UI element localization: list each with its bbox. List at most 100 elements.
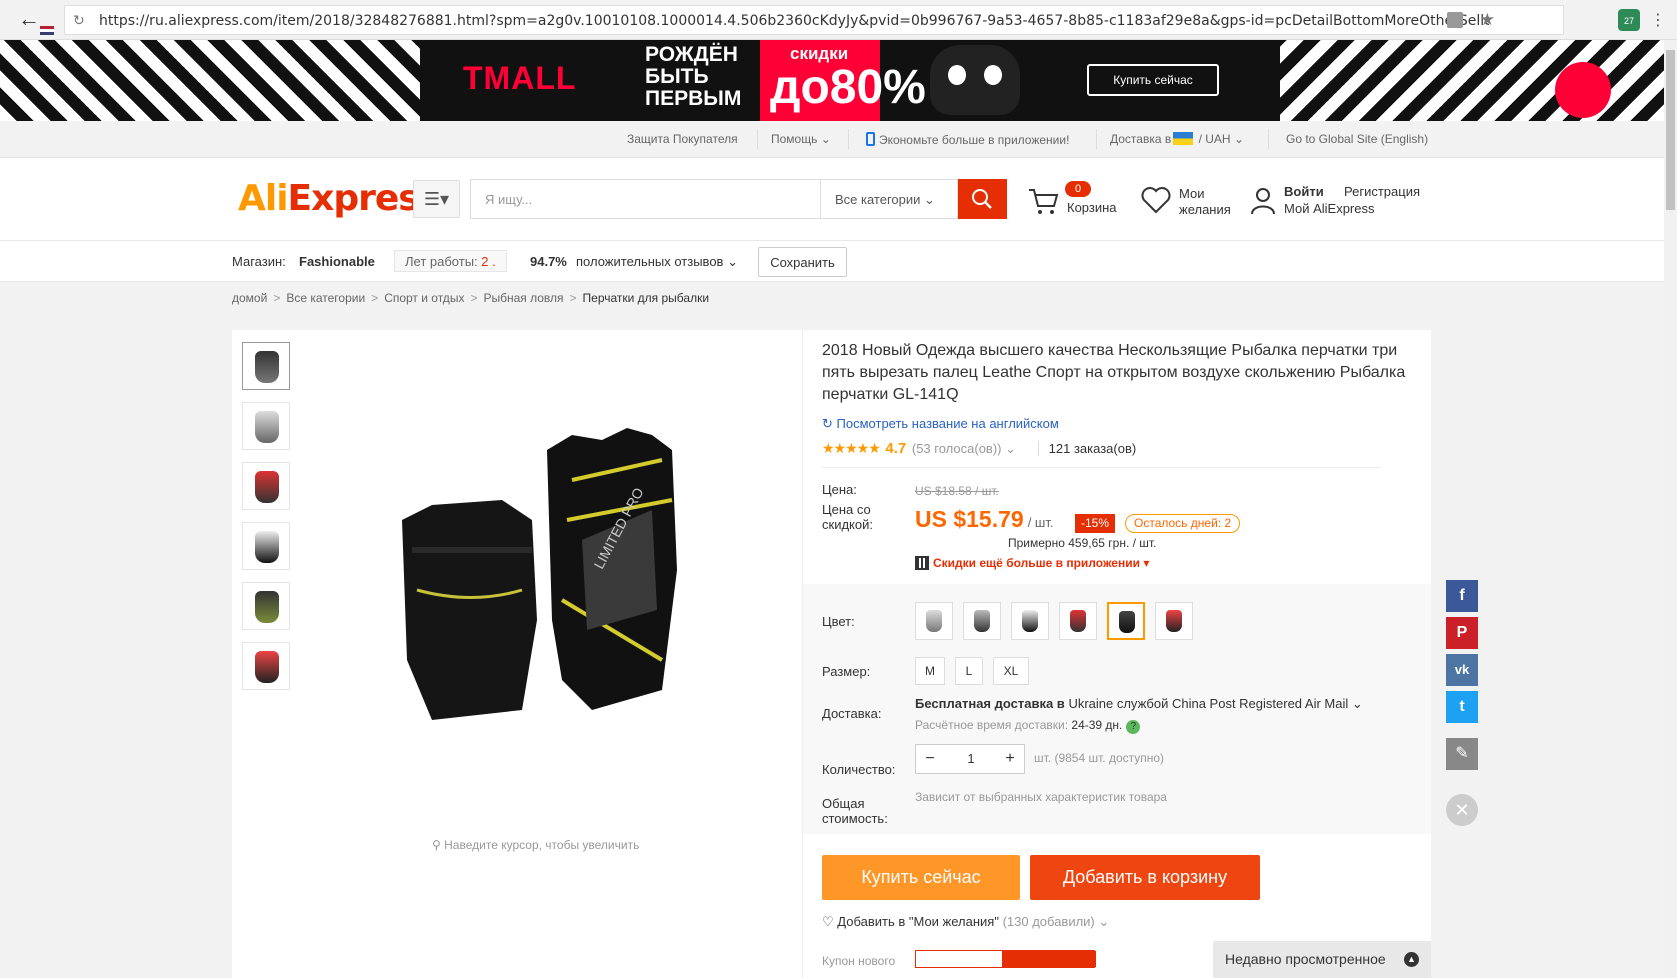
browser-menu-icon[interactable]: ⋮ (1650, 10, 1666, 30)
edit-pencil-icon[interactable]: ✎ (1446, 738, 1478, 770)
site-header: AliExpress ☰▾ Все категории ⌄ 0 Корзина … (0, 158, 1664, 241)
coupon-get-button[interactable] (1002, 951, 1096, 967)
buyer-protection-link[interactable]: Защита Покупателя (627, 132, 738, 146)
glove-thumbnail-image (255, 351, 279, 383)
aliexpress-logo[interactable]: AliExpress (238, 178, 440, 219)
recently-viewed-bar[interactable]: Недавно просмотренное ▲ (1213, 941, 1431, 978)
product-main-image[interactable]: LIMITED PRO (372, 420, 792, 740)
login-link[interactable]: Войти (1284, 184, 1324, 199)
color-swatch[interactable] (963, 602, 1001, 640)
twitter-icon[interactable]: t (1446, 691, 1478, 723)
search-input[interactable] (471, 180, 820, 218)
decrement-button[interactable]: − (916, 745, 944, 773)
bookmark-star-icon[interactable]: ★ (1480, 10, 1495, 30)
coupon-chip[interactable] (915, 950, 1096, 968)
quantity-input[interactable]: 1 (944, 745, 998, 773)
color-label: Цвет: (822, 614, 855, 629)
cart-icon (1029, 189, 1059, 214)
positive-feedback-menu[interactable]: положительных отзывов ⌄ (576, 254, 738, 270)
divider (1096, 129, 1097, 149)
color-swatch[interactable] (915, 602, 953, 640)
positive-feedback-label: положительных отзывов (576, 254, 724, 269)
heart-plus-icon: ♡ (822, 914, 834, 929)
facebook-icon[interactable]: f (1446, 580, 1478, 612)
address-bar[interactable]: ↻ https://ru.aliexpress.com/item/2018/32… (64, 5, 1564, 35)
rating-votes[interactable]: (53 голоса(ов)) (912, 441, 1002, 456)
chevron-up-icon: ▲ (1404, 952, 1419, 967)
search-button[interactable] (958, 179, 1007, 219)
thumbnail[interactable] (242, 342, 290, 390)
store-name-link[interactable]: Fashionable (299, 254, 375, 269)
register-link[interactable]: Регистрация (1344, 184, 1420, 199)
thumbnail[interactable] (242, 582, 290, 630)
shipping-info[interactable]: Бесплатная доставка в Ukraine службой Ch… (915, 696, 1363, 712)
cart-link[interactable]: 0 Корзина (1027, 178, 1127, 222)
price-label: Цена: (822, 482, 857, 497)
close-icon[interactable]: ✕ (1446, 794, 1478, 826)
add-to-wishlist-link[interactable]: ♡ Добавить в "Мои желания" (130 добавили… (822, 914, 1109, 930)
buy-now-button[interactable]: Купить сейчас (822, 855, 1020, 900)
category-menu-button[interactable]: ☰▾ (413, 180, 460, 218)
global-site-link[interactable]: Go to Global Site (English) (1286, 132, 1428, 146)
breadcrumb-home[interactable]: домой (232, 291, 267, 305)
help-icon[interactable]: ? (1126, 720, 1141, 734)
my-aliexpress-link[interactable]: Мой AliExpress (1284, 201, 1375, 216)
delivery-time: Расчётное время доставки: 24-39 дн.? (915, 718, 1141, 734)
pinterest-icon[interactable]: P (1446, 617, 1478, 649)
vk-icon[interactable]: vk (1446, 654, 1478, 686)
url-text[interactable]: https://ru.aliexpress.com/item/2018/3284… (99, 13, 1489, 29)
currency-label: UAH (1205, 132, 1231, 146)
store-years-value: 2 . (481, 254, 496, 269)
color-swatch[interactable] (1011, 602, 1049, 640)
translate-link[interactable]: ↻ Посмотреть название на английском (822, 416, 1059, 432)
scrollbar[interactable] (1664, 40, 1677, 978)
thumbnail[interactable] (242, 402, 290, 450)
size-option-m[interactable]: M (915, 657, 945, 685)
reload-icon[interactable]: ↻ (73, 12, 85, 29)
breadcrumb-fishing[interactable]: Рыбная ловля (483, 291, 563, 305)
add-to-cart-button[interactable]: Добавить в корзину (1030, 855, 1260, 900)
store-years-badge: Лет работы: 2 . (394, 250, 507, 272)
banner-buy-button[interactable]: Купить сейчас (1087, 64, 1219, 96)
increment-button[interactable]: + (996, 745, 1024, 773)
breadcrumb-sport[interactable]: Спорт и отдых (384, 291, 464, 305)
thumbnail[interactable] (242, 522, 290, 570)
wishlist-count: (130 добавили) (1002, 914, 1095, 929)
lock-icon[interactable] (1447, 12, 1463, 28)
glove-thumbnail-image (255, 651, 279, 683)
account-menu[interactable]: Войти Регистрация Мой AliExpress (1250, 182, 1440, 222)
save-store-button[interactable]: Сохранить (758, 247, 847, 277)
category-select[interactable]: Все категории ⌄ (820, 179, 958, 219)
ukraine-flag-icon (1173, 132, 1194, 145)
glove-swatch-image (1022, 610, 1038, 632)
sale-percent: до80% (770, 61, 926, 114)
extension-icon[interactable]: 27 (1618, 9, 1640, 31)
promo-banner[interactable]: TMALL РОЖДЁН БЫТЬ ПЕРВЫМ скидки до80% Ку… (0, 40, 1664, 121)
thumbnail[interactable] (242, 642, 290, 690)
scrollbar-thumb[interactable] (1666, 50, 1675, 210)
cart-count-badge: 0 (1065, 181, 1091, 197)
breadcrumb-all-categories[interactable]: Все категории (286, 291, 365, 305)
size-option-l[interactable]: L (955, 657, 983, 685)
delivery-currency-menu[interactable]: Доставка в / UAH ⌄ (1110, 132, 1244, 146)
color-swatch[interactable] (1059, 602, 1097, 640)
thumbnail[interactable] (242, 462, 290, 510)
divider (822, 467, 1382, 468)
divider (757, 129, 758, 149)
store-label: Магазин: (232, 254, 286, 269)
wishlist-link[interactable]: Мои желания (1141, 182, 1241, 222)
shipping-method: Ukraine службой China Post Registered Ai… (1068, 696, 1349, 711)
help-menu[interactable]: Помощь ⌄ (771, 132, 831, 146)
chevron-down-icon: ⌄ (1351, 696, 1363, 711)
app-promo-link[interactable]: Экономьте больше в приложении! (866, 132, 1069, 147)
tmall-logo: TMALL (463, 60, 577, 96)
color-swatch-selected[interactable] (1107, 602, 1145, 640)
translate-link-text: Посмотреть название на английском (836, 416, 1059, 431)
size-option-xl[interactable]: XL (993, 657, 1029, 685)
glove-swatch-image (1070, 610, 1086, 632)
star-rating-icon: ★★★★★ (822, 440, 881, 456)
back-arrow-icon[interactable]: ← (18, 8, 42, 32)
per-unit: / шт. (1027, 515, 1054, 530)
color-swatch[interactable] (1155, 602, 1193, 640)
app-discount-link[interactable]: Скидки ещё больше в приложении ▾ (915, 556, 1149, 570)
